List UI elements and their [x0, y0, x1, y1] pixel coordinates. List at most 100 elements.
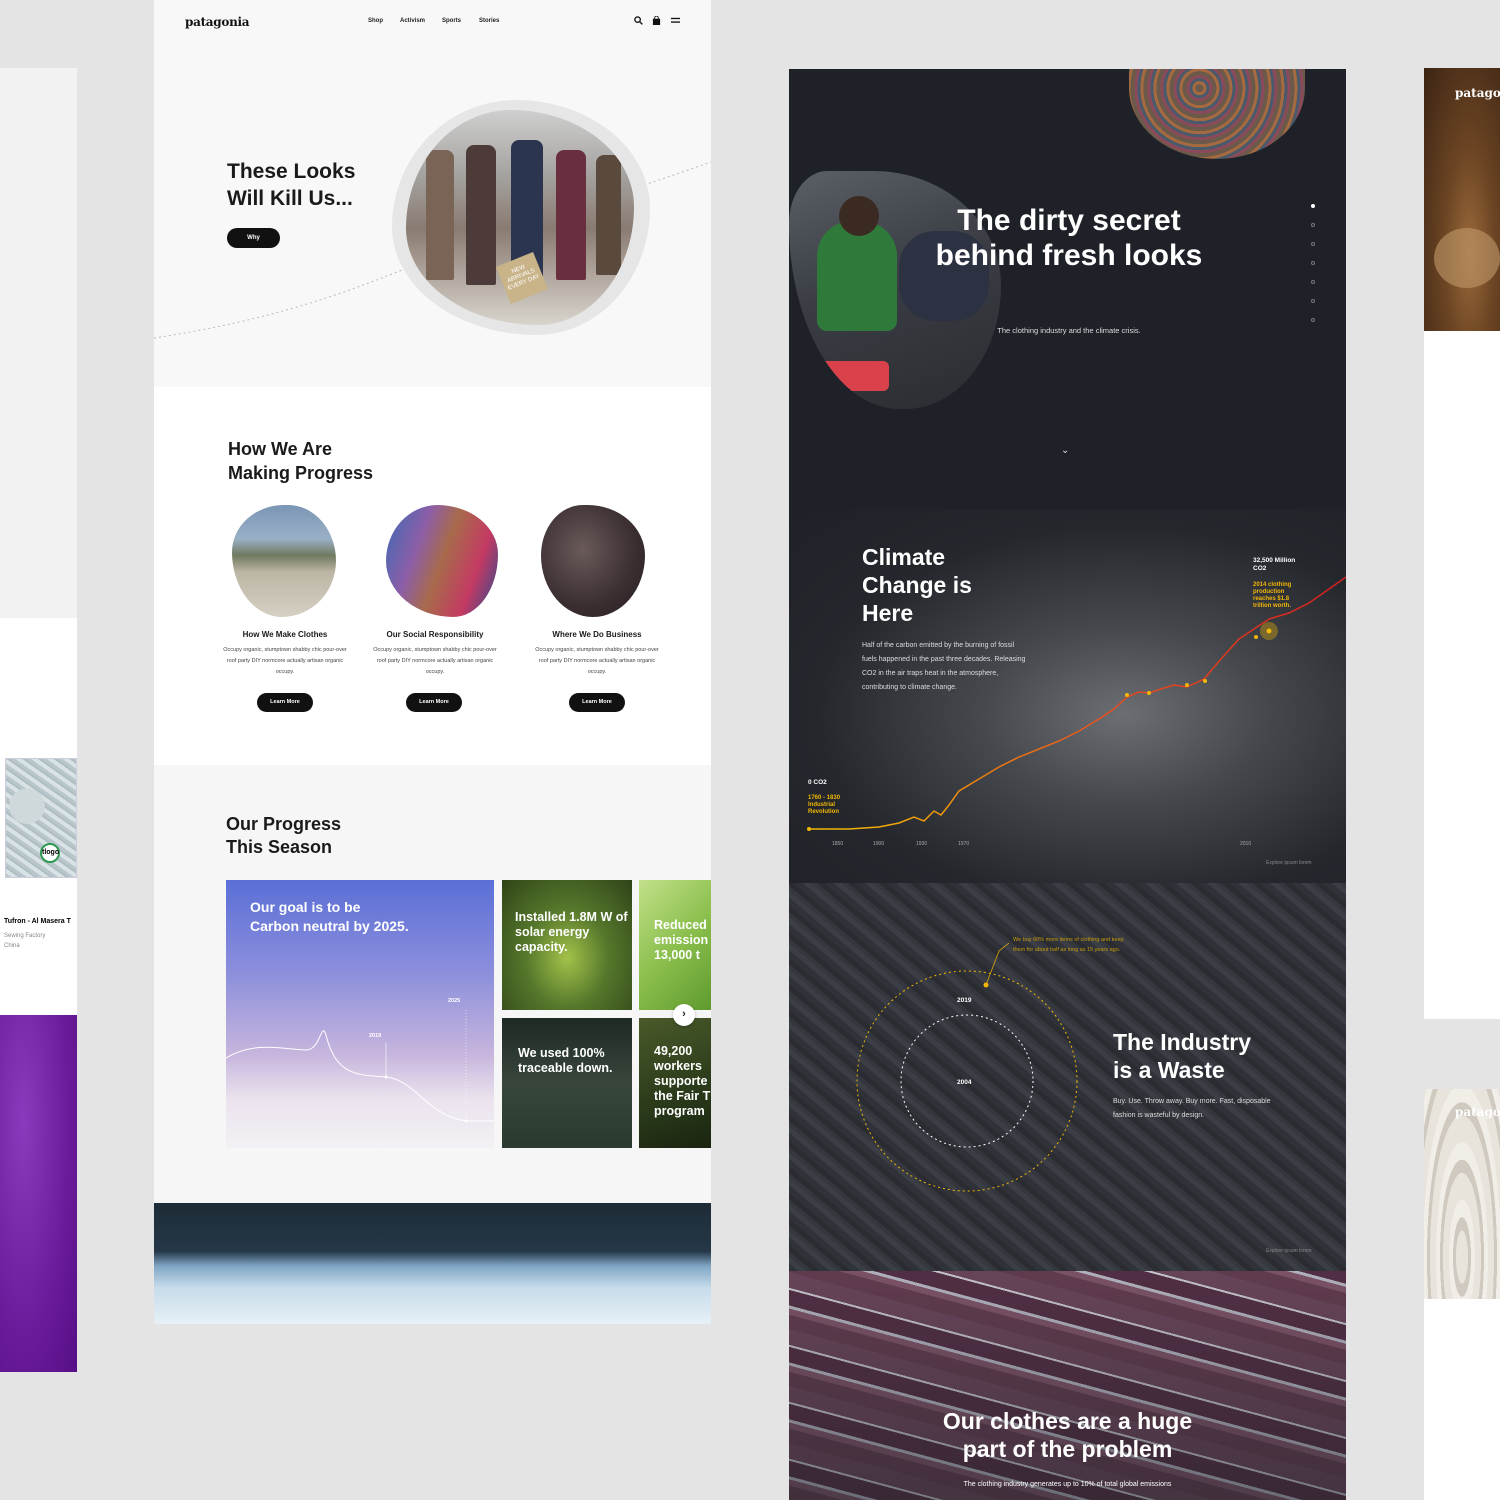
learn-more-button-social[interactable]: Learn More [406, 693, 462, 712]
problem-title-line-1: Our clothes are a huge [942, 1408, 1193, 1434]
card-body-business: Occupy organic, stumptown shabby chic po… [535, 647, 659, 675]
problem-title: Our clothes are a huge part of the probl… [789, 1407, 1346, 1463]
worker-portrait-image [386, 505, 498, 617]
solar-tile-text: Installed 1.8M W of solar energy capacit… [515, 910, 628, 954]
carbon-goal-tile[interactable]: Our goal is to be Carbon neutral by 2025… [226, 880, 494, 1148]
chart-end-label-line-1: 32,500 Million [1253, 557, 1296, 564]
dark-subtitle: The clothing industry and the climate cr… [997, 326, 1141, 335]
search-icon[interactable] [634, 16, 643, 27]
section-dot-6[interactable] [1311, 299, 1315, 303]
section-dot-5[interactable] [1311, 280, 1315, 284]
learn-more-button-business[interactable]: Learn More [569, 693, 625, 712]
chevron-down-icon[interactable]: ⌄ [1061, 445, 1069, 456]
season-title-line-1: Our Progress [226, 814, 342, 834]
season-progress-section: Our Progress This Season Our goal is to … [154, 765, 711, 1203]
nav-shop[interactable]: Shop [368, 18, 383, 24]
fleece-texture-image [1424, 1089, 1500, 1299]
factory-country: China [4, 943, 20, 949]
progress-title: How We Are Making Progress [228, 437, 373, 485]
waste-note: We buy 60% more items of clothing and ke… [1013, 937, 1124, 953]
solar-tile[interactable]: Installed 1.8M W of solar energy capacit… [502, 880, 632, 1010]
season-title-line-2: This Season [226, 837, 333, 857]
label-2019: 2019 [369, 1033, 382, 1039]
waste-title: The Industry is a Waste [1113, 1028, 1251, 1084]
explore-link-waste[interactable]: Explore ipsum lorem [1266, 1248, 1312, 1254]
left-gray-block [0, 68, 77, 618]
chart-end-note: 2014 clothing production reaches $1.8 tr… [1253, 582, 1291, 610]
right-preview-hero: patagon [1424, 68, 1500, 331]
explore-link-climate[interactable]: Explore ipsum lorem [1266, 860, 1312, 866]
site-logo[interactable]: patagonia [185, 15, 250, 29]
progress-title-line-2: Making Progress [228, 463, 374, 483]
hero-title: These Looks Will Kill Us... [227, 158, 355, 212]
menu-icon[interactable] [671, 16, 680, 27]
year-2004-label: 2004 [957, 1079, 972, 1086]
down-tile-text: We used 100% traceable down. [518, 1046, 613, 1075]
waste-section: We buy 60% more items of clothing and ke… [789, 883, 1346, 1271]
year-2019-label: 2019 [957, 997, 972, 1004]
chart-end-label: 32,500 Million CO2 [1253, 557, 1295, 573]
tick-1850: 1850 [832, 841, 844, 847]
season-title: Our Progress This Season [226, 813, 341, 859]
right-preview-bottom: patagon [1424, 1089, 1500, 1500]
hero-title-line-1: These Looks [227, 160, 356, 183]
map-image [5, 758, 77, 878]
top-nav: patagonia Shop Activism Sports Stories [154, 0, 711, 46]
map-pin[interactable]: tlogo [40, 843, 60, 863]
problem-section: Our clothes are a huge part of the probl… [789, 1271, 1346, 1500]
chart-start-label: 0 CO2 [808, 779, 827, 786]
nav-stories[interactable]: Stories [479, 18, 499, 24]
right-logo-bottom[interactable]: patagon [1455, 1105, 1500, 1119]
problem-body: The clothing industry generates up to 10… [963, 1481, 1172, 1488]
card-title-social: Our Social Responsibility [386, 630, 484, 639]
waste-title-line-1: The Industry [1113, 1029, 1252, 1055]
dark-headline: The dirty secret behind fresh looks [935, 204, 1203, 272]
left-preview-panel: tlogo Tufron - Al Masera T Sewing Factor… [0, 68, 77, 1372]
chart-end-label-line-2: CO2 [1253, 565, 1267, 572]
emission-tile[interactable]: Reduced emission 13,000 t [639, 880, 711, 1010]
chart-end-note-line-1: 2014 clothing [1253, 582, 1292, 588]
carbon-goal-curve [226, 1010, 494, 1123]
section-dot-2[interactable] [1311, 223, 1315, 227]
hero-store-image: NEW ARRIVALS EVERY DAY [406, 110, 634, 325]
tick-1970: 1970 [958, 841, 970, 847]
tick-1930: 1930 [916, 841, 928, 847]
right-preview-body [1424, 331, 1500, 1019]
bag-icon[interactable] [652, 15, 661, 27]
carousel-next-button[interactable]: › [673, 1004, 695, 1026]
chart-end-note-line-3: reaches $1.8 [1253, 596, 1290, 602]
section-dot-4[interactable] [1311, 261, 1315, 265]
section-dot-3[interactable] [1311, 242, 1315, 246]
progress-title-line-1: How We Are [228, 439, 333, 459]
chart-start-note: 1760 - 1830 Industrial Revolution [808, 795, 840, 816]
problem-title-line-2: part of the problem [962, 1436, 1173, 1462]
factory-name: Tufron - Al Masera T [4, 918, 71, 925]
climate-section: Climate Change is Here Half of the carbo… [789, 509, 1346, 883]
card-body-make-clothes: Occupy organic, stumptown shabby chic po… [223, 647, 347, 675]
learn-more-button-make-clothes[interactable]: Learn More [257, 693, 313, 712]
waste-body: Buy. Use. Throw away. Buy more. Fast, di… [1113, 1098, 1271, 1119]
section-dot-7[interactable] [1311, 318, 1315, 322]
glacier-image [154, 1203, 711, 1324]
tick-2010: 2010 [1240, 841, 1252, 847]
fair-trade-tile-text: 49,200 workers supporte the Fair T progr… [654, 1044, 711, 1118]
right-logo-top[interactable]: patagon [1455, 86, 1500, 100]
chart-start-note-line-3: Revolution [808, 809, 839, 815]
fair-trade-tile[interactable]: 49,200 workers supporte the Fair T progr… [639, 1018, 711, 1148]
nav-activism[interactable]: Activism [400, 18, 425, 24]
chart-end-note-line-4: trillion worth. [1253, 603, 1291, 609]
card-body-social: Occupy organic, stumptown shabby chic po… [373, 647, 497, 675]
section-dot-1[interactable] [1311, 204, 1315, 208]
down-tile[interactable]: We used 100% traceable down. [502, 1018, 632, 1148]
why-button[interactable]: Why [227, 228, 280, 248]
hero-title-line-2: Will Kill Us... [227, 187, 353, 210]
nav-sports[interactable]: Sports [442, 18, 461, 24]
patagonia-homepage: patagonia Shop Activism Sports Stories T… [154, 0, 711, 1324]
problem-overlay [789, 1271, 1346, 1500]
tick-1900: 1900 [873, 841, 885, 847]
label-2025: 2025 [448, 998, 461, 1004]
sewing-image [541, 505, 645, 617]
making-progress-section: How We Are Making Progress How We Make C… [154, 387, 711, 765]
chart-start-note-line-1: 1760 - 1830 [808, 795, 841, 801]
chart-start-note-line-2: Industrial [808, 802, 836, 808]
